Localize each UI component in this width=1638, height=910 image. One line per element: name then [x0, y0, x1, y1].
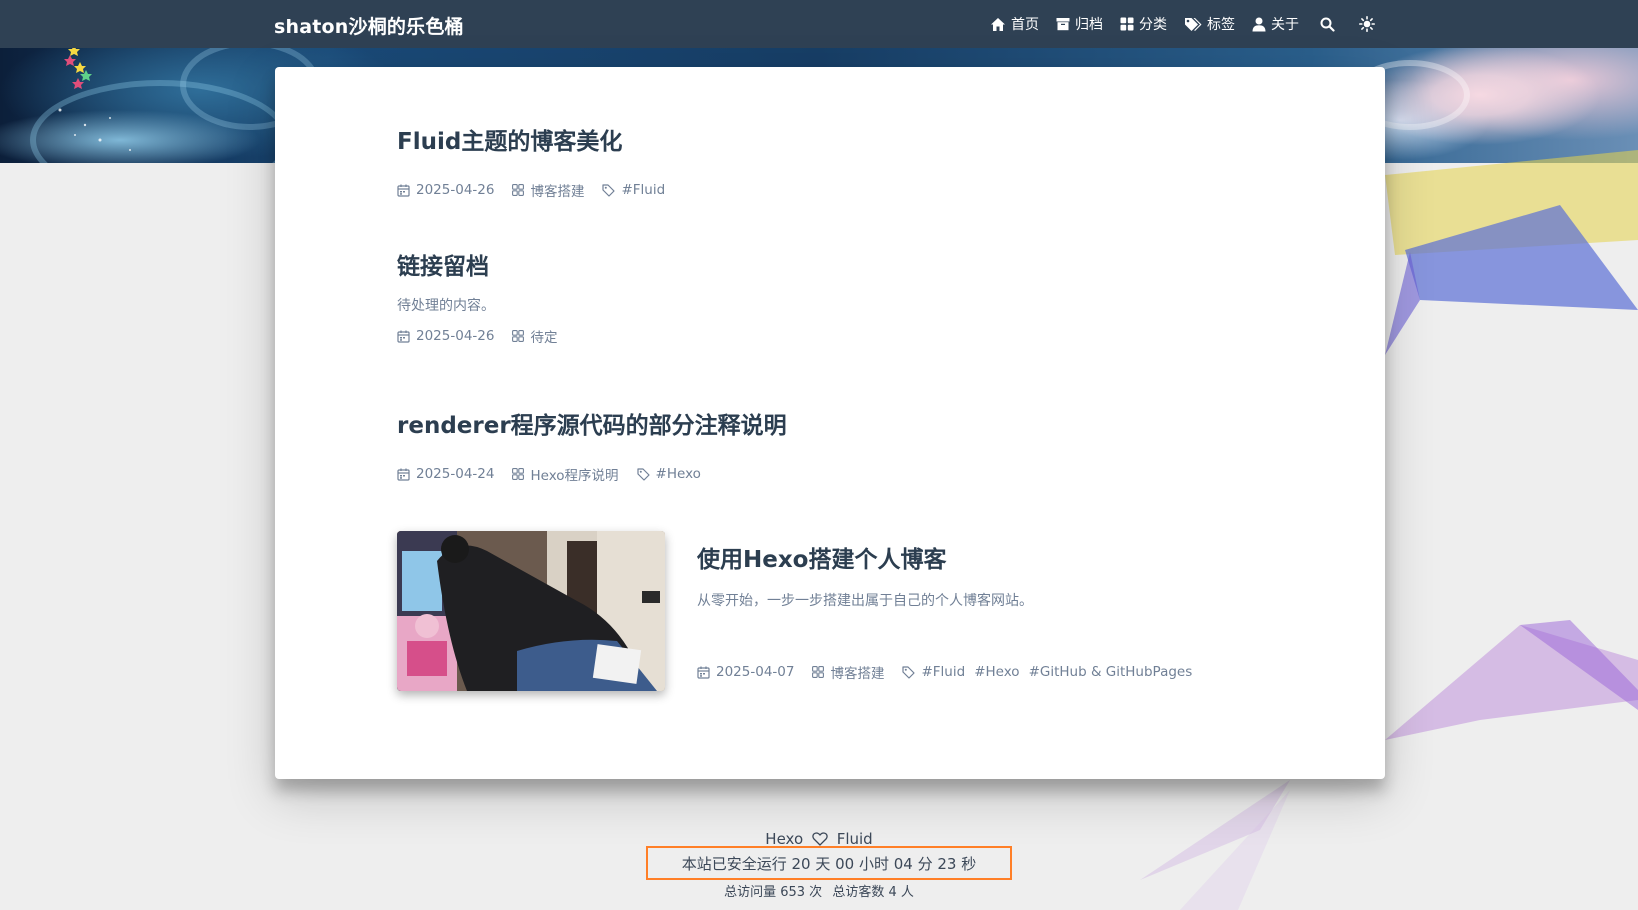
post-category-text: 博客搭建 [830, 666, 885, 682]
post-tags: #Fluid #Hexo #GitHub & GitHubPages [902, 664, 1201, 680]
post-title[interactable]: 使用Hexo搭建个人博客 [697, 540, 1219, 574]
post-meta: 2025-04-26 博客搭建 #Fluid [397, 180, 692, 200]
post-category-text: 待定 [530, 330, 558, 346]
nav-item-label: 关于 [1271, 17, 1299, 33]
search-icon[interactable] [1320, 17, 1335, 32]
calendar-icon [397, 330, 410, 343]
nav-item-category[interactable]: 分类 [1120, 14, 1167, 34]
post-item: Fluid主题的博客美化 2025-04-26 博客搭建 #Fluid [397, 122, 692, 200]
post-date: 2025-04-26 [397, 182, 494, 198]
post-category-text: Hexo程序说明 [530, 468, 619, 484]
post-tags: #Hexo [636, 466, 710, 482]
page-view-count: 总访问量 653 次 [724, 885, 823, 900]
nav-item-label: 分类 [1139, 17, 1167, 33]
post-excerpt: 待处理的内容。 [397, 298, 495, 314]
sun-icon[interactable] [1359, 16, 1375, 32]
post-category[interactable]: 待定 [512, 326, 557, 346]
post-tag[interactable]: #GitHub & GitHubPages [1029, 664, 1193, 680]
post-item: renderer程序源代码的部分注释说明 2025-04-24 Hexo程序说明… [397, 406, 787, 484]
post-excerpt: 从零开始，一步一步搭建出属于自己的个人博客网站。 [697, 593, 1033, 609]
site-runtime-text: 本站已安全运行 20 天 00 小时 04 分 23 秒 [681, 854, 977, 873]
home-icon [990, 17, 1006, 32]
category-icon [512, 330, 525, 342]
nav-item-label: 标签 [1207, 17, 1235, 33]
calendar-icon [697, 666, 710, 679]
post-thumbnail[interactable] [397, 531, 665, 691]
post-tag[interactable]: #Fluid [621, 182, 665, 198]
post-item: 使用Hexo搭建个人博客 从零开始，一步一步搭建出属于自己的个人博客网站。 20… [697, 540, 1219, 682]
calendar-icon [397, 184, 410, 197]
post-date: 2025-04-24 [397, 466, 494, 482]
tag-icon [602, 183, 616, 197]
category-icon [812, 666, 825, 678]
post-title[interactable]: renderer程序源代码的部分注释说明 [397, 406, 787, 440]
post-title[interactable]: 链接留档 [397, 247, 575, 281]
post-date-text: 2025-04-26 [416, 182, 495, 198]
post-tag[interactable]: #Hexo [656, 466, 701, 482]
nav-item-about[interactable]: 关于 [1252, 14, 1299, 34]
category-icon [1120, 17, 1134, 31]
user-icon [1252, 17, 1266, 32]
tag-icon [636, 467, 650, 481]
post-tag[interactable]: #Hexo [974, 664, 1019, 680]
post-tags: #Fluid [602, 182, 674, 198]
post-meta: 2025-04-24 Hexo程序说明 #Hexo [397, 464, 787, 484]
post-date-text: 2025-04-24 [416, 466, 495, 482]
post-date: 2025-04-26 [397, 328, 494, 344]
nav-menu: 首页 归档 分类 标签 关于 [990, 0, 1395, 48]
post-title[interactable]: Fluid主题的博客美化 [397, 122, 692, 156]
calendar-icon [397, 468, 410, 481]
top-navbar: shaton沙桐的乐色桶 首页 归档 分类 标签 关于 [0, 0, 1638, 48]
post-list-card: Fluid主题的博客美化 2025-04-26 博客搭建 #Fluid 链接留档… [275, 67, 1385, 779]
category-icon [512, 184, 525, 196]
post-category-text: 博客搭建 [530, 184, 585, 200]
post-meta: 2025-04-07 博客搭建 #Fluid #Hexo #GitHub & G… [697, 662, 1219, 682]
post-category[interactable]: 博客搭建 [512, 180, 584, 200]
site-brand[interactable]: shaton沙桐的乐色桶 [274, 12, 464, 39]
nav-item-label: 首页 [1011, 17, 1039, 33]
post-category[interactable]: 博客搭建 [812, 662, 884, 682]
post-date-text: 2025-04-07 [716, 664, 795, 680]
category-icon [512, 468, 525, 480]
post-meta: 2025-04-26 待定 [397, 326, 575, 346]
footer-stats: 总访问量 653 次 总访客数 4 人 [0, 881, 1638, 900]
nav-item-label: 归档 [1075, 17, 1103, 33]
post-date: 2025-04-07 [697, 664, 794, 680]
post-item: 链接留档 待处理的内容。 2025-04-26 待定 [397, 247, 575, 346]
site-runtime-counter: 本站已安全运行 20 天 00 小时 04 分 23 秒 [646, 846, 1012, 880]
tags-icon [1184, 17, 1202, 32]
unique-visitor-count: 总访客数 4 人 [832, 885, 914, 900]
nav-item-home[interactable]: 首页 [990, 14, 1039, 34]
post-tag[interactable]: #Fluid [921, 664, 965, 680]
tag-icon [902, 665, 916, 679]
post-category[interactable]: Hexo程序说明 [512, 464, 619, 484]
post-thumbnail-image [397, 531, 665, 691]
post-date-text: 2025-04-26 [416, 328, 495, 344]
nav-item-tags[interactable]: 标签 [1184, 14, 1235, 34]
archive-icon [1056, 17, 1070, 31]
nav-item-archive[interactable]: 归档 [1056, 14, 1103, 34]
